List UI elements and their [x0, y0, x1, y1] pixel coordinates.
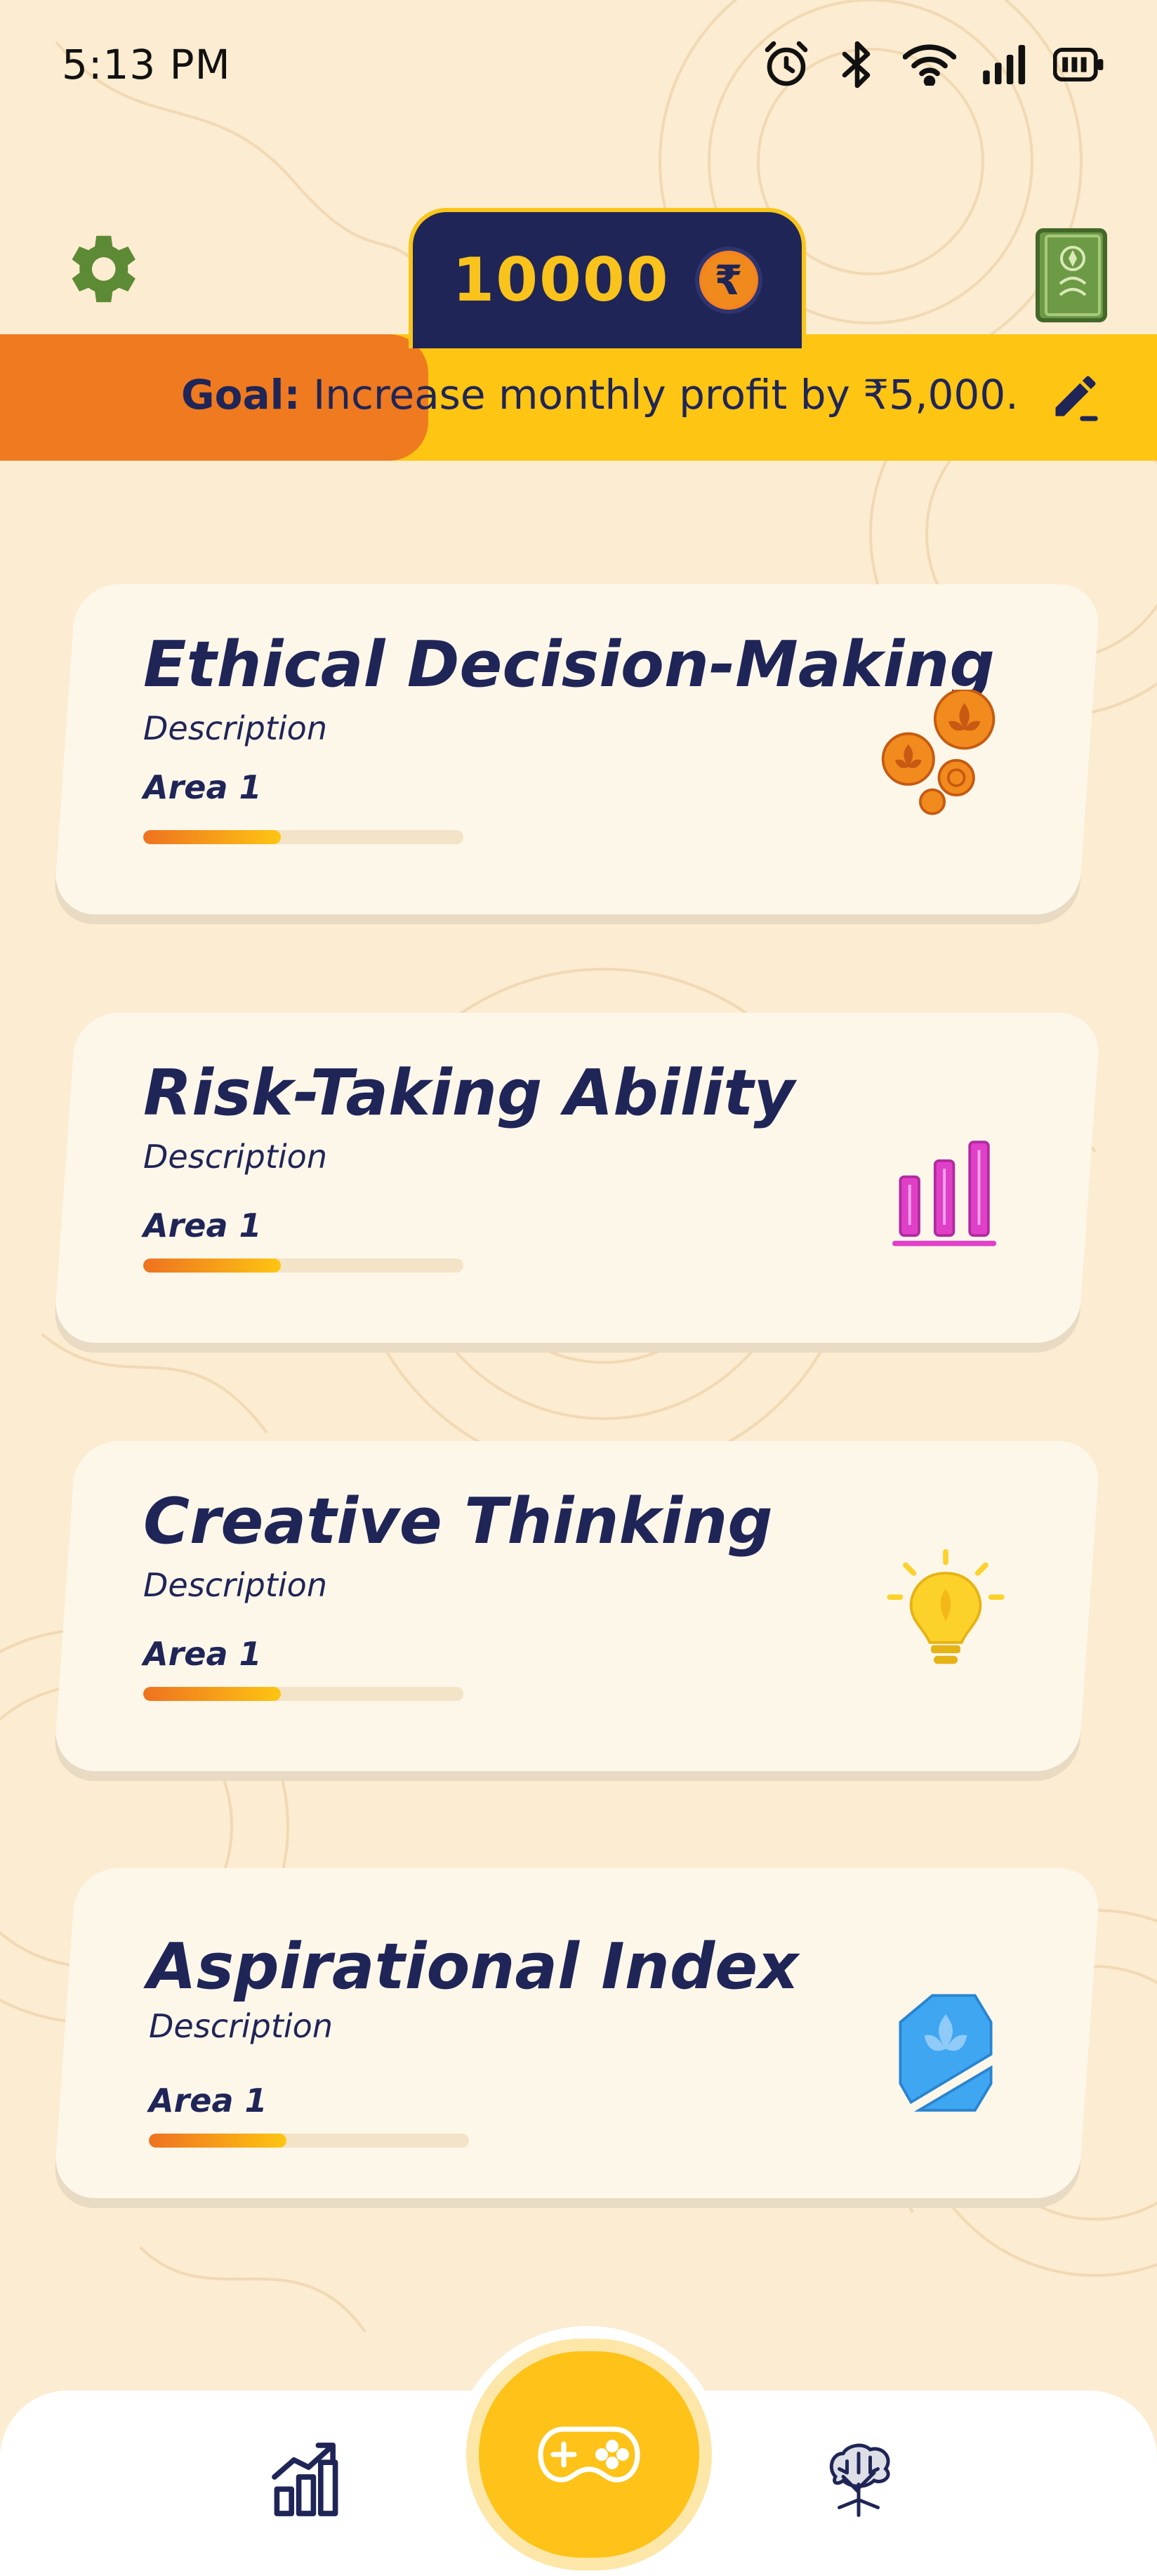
- book-icon[interactable]: [1035, 228, 1108, 323]
- rupee-coin-icon: ₹: [694, 247, 762, 314]
- card-area: Area 1: [143, 1207, 262, 1244]
- card-ethical-decision-making[interactable]: Ethical Decision-Making Description Area…: [53, 584, 1102, 914]
- coin-value: 10000: [452, 245, 670, 315]
- play-game-button[interactable]: [466, 2339, 712, 2570]
- bar-chart-icon: [892, 1141, 997, 1247]
- card-title: Risk-Taking Ability: [143, 1056, 795, 1130]
- card-title: Aspirational Index: [147, 1930, 799, 2004]
- edit-pencil-icon[interactable]: [1049, 369, 1102, 423]
- status-bar: 5:13 PM: [0, 0, 1157, 133]
- card-description: Description: [149, 2007, 333, 2045]
- goal-bar[interactable]: Goal: Increase monthly profit by ₹5,000.: [0, 334, 1157, 461]
- card-progress-fill: [149, 2134, 287, 2148]
- card-title: Ethical Decision-Making: [143, 628, 995, 702]
- bluetooth-icon: [842, 41, 871, 88]
- gamepad-icon: [538, 2426, 640, 2483]
- status-time: 5:13 PM: [62, 41, 231, 88]
- wifi-icon: [903, 44, 956, 86]
- card-creative-thinking[interactable]: Creative Thinking Description Area 1: [53, 1441, 1102, 1771]
- signal-icon: [983, 45, 1026, 84]
- card-progress-fill: [143, 1687, 282, 1701]
- card-progress-bar: [143, 1259, 463, 1273]
- coins-icon: [881, 690, 996, 815]
- shield-icon: [899, 1994, 993, 2112]
- stats-icon[interactable]: [270, 2436, 343, 2518]
- card-description: Description: [143, 1566, 327, 1604]
- card-progress-fill: [143, 1259, 282, 1273]
- status-icons: [761, 39, 1105, 90]
- card-title: Creative Thinking: [143, 1485, 773, 1558]
- coin-balance[interactable]: 10000 ₹: [409, 208, 806, 348]
- lightbulb-icon: [887, 1549, 1005, 1664]
- goal-description: Increase monthly profit by ₹5,000.: [300, 371, 1019, 419]
- settings-gear-icon[interactable]: [56, 225, 145, 313]
- card-progress-fill: [143, 830, 282, 844]
- card-description: Description: [143, 709, 327, 747]
- goal-label: Goal:: [181, 371, 300, 419]
- card-progress-bar: [149, 2134, 469, 2148]
- card-risk-taking-ability[interactable]: Risk-Taking Ability Description Area 1: [53, 1013, 1102, 1343]
- card-progress-bar: [143, 1687, 463, 1701]
- card-aspirational-index[interactable]: Aspirational Index Description Area 1: [53, 1868, 1102, 2198]
- tree-icon[interactable]: [820, 2441, 897, 2520]
- card-description: Description: [143, 1138, 327, 1176]
- card-area: Area 1: [149, 2082, 267, 2120]
- card-area: Area 1: [143, 768, 262, 806]
- alarm-icon: [765, 41, 808, 86]
- card-area: Area 1: [143, 1635, 262, 1673]
- card-progress-bar: [143, 830, 463, 844]
- battery-icon: [1053, 47, 1104, 82]
- goal-text: Goal: Increase monthly profit by ₹5,000.: [181, 371, 1019, 419]
